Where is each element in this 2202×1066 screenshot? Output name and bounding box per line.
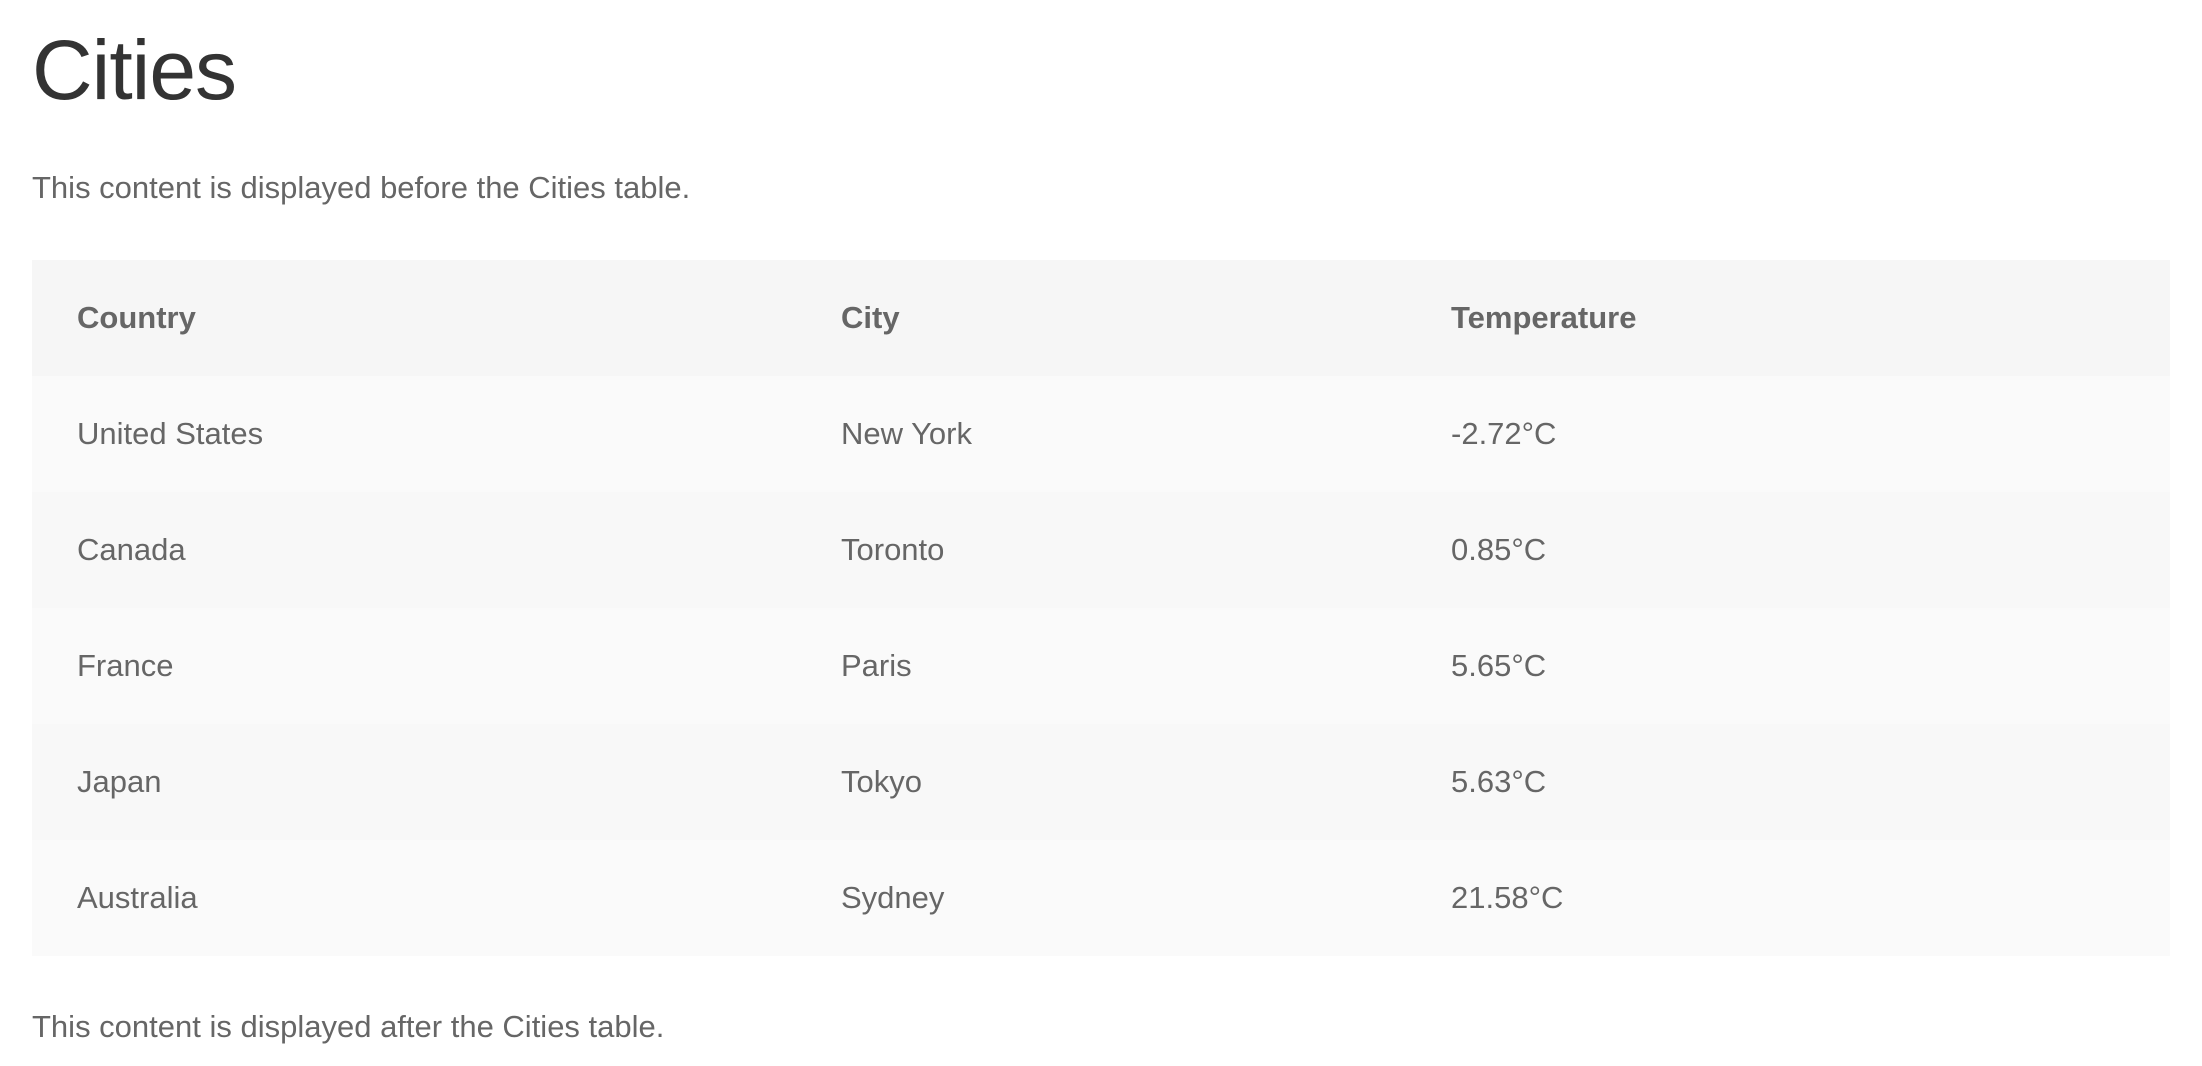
- cell-temperature: -2.72°C: [1451, 416, 1557, 451]
- table-row: Australia Sydney 21.58°C: [32, 840, 2170, 956]
- table-row: United States New York -2.72°C: [32, 376, 2170, 492]
- cities-table: Country City Temperature United States N…: [32, 260, 2170, 956]
- cell-country: Australia: [77, 880, 198, 915]
- cell-country: United States: [77, 416, 264, 451]
- cell-temperature: 21.58°C: [1451, 880, 1564, 915]
- table-row: France Paris 5.65°C: [32, 608, 2170, 724]
- table-header-row: Country City Temperature: [32, 260, 2170, 376]
- intro-text: This content is displayed before the Cit…: [32, 170, 691, 205]
- page-title: Cities: [32, 23, 237, 117]
- cell-city: Paris: [841, 648, 912, 683]
- table-row: Japan Tokyo 5.63°C: [32, 724, 2170, 840]
- cell-temperature: 5.65°C: [1451, 648, 1547, 683]
- cell-city: New York: [841, 416, 972, 451]
- table-row: Canada Toronto 0.85°C: [32, 492, 2170, 608]
- cell-temperature: 5.63°C: [1451, 764, 1547, 799]
- cell-temperature: 0.85°C: [1451, 532, 1547, 567]
- cell-city: Toronto: [841, 532, 945, 567]
- column-header-temperature: Temperature: [1451, 300, 1637, 335]
- table-header: Country City Temperature: [32, 260, 2170, 376]
- column-header-country: Country: [77, 300, 196, 335]
- outro-text: This content is displayed after the Citi…: [32, 1009, 665, 1044]
- cell-country: France: [77, 648, 174, 683]
- column-header-city: City: [841, 300, 900, 335]
- cell-country: Japan: [77, 764, 162, 799]
- cell-city: Tokyo: [841, 764, 922, 799]
- cell-city: Sydney: [841, 880, 945, 915]
- cities-table-container: Country City Temperature United States N…: [32, 260, 2170, 956]
- table-body: United States New York -2.72°C Canada To…: [32, 376, 2170, 956]
- cell-country: Canada: [77, 532, 186, 567]
